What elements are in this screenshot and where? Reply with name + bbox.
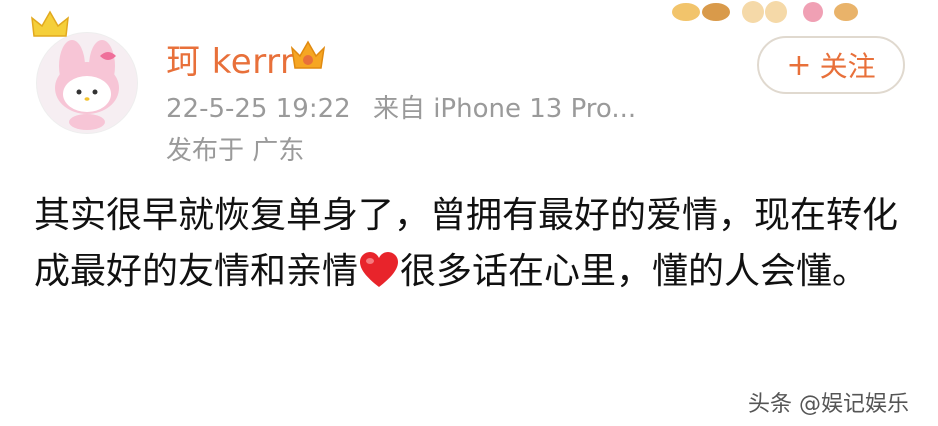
post-text-part2: 很多话在心里，懂的人会懂。 — [400, 251, 869, 292]
post-content: 其实很早就恢复单身了，曾拥有最好的爱情，现在转化成最好的友情和亲情 很多话在心里… — [34, 188, 904, 300]
watermark: 头条 @娱记娱乐 — [748, 392, 909, 417]
post-timestamp: 22-5-25 19:22 — [166, 94, 351, 124]
avatar[interactable] — [22, 10, 140, 134]
username[interactable]: 珂 kerrr — [166, 34, 294, 83]
post-location: 发布于 广东 — [166, 136, 305, 166]
post-source[interactable]: 来自 iPhone 13 Pro... — [373, 94, 636, 124]
crown-icon — [31, 10, 69, 37]
plus-icon: + — [786, 47, 812, 83]
follow-button[interactable]: + 关注 — [757, 36, 905, 94]
post-meta: 22-5-25 19:22 来自 iPhone 13 Pro... — [166, 88, 636, 125]
follow-label: 关注 — [819, 50, 876, 83]
decoration-stickers — [672, 1, 858, 23]
heart-emoji-icon — [360, 252, 399, 287]
vip-badge-icon — [290, 40, 326, 69]
melody-avatar-image — [55, 40, 119, 130]
